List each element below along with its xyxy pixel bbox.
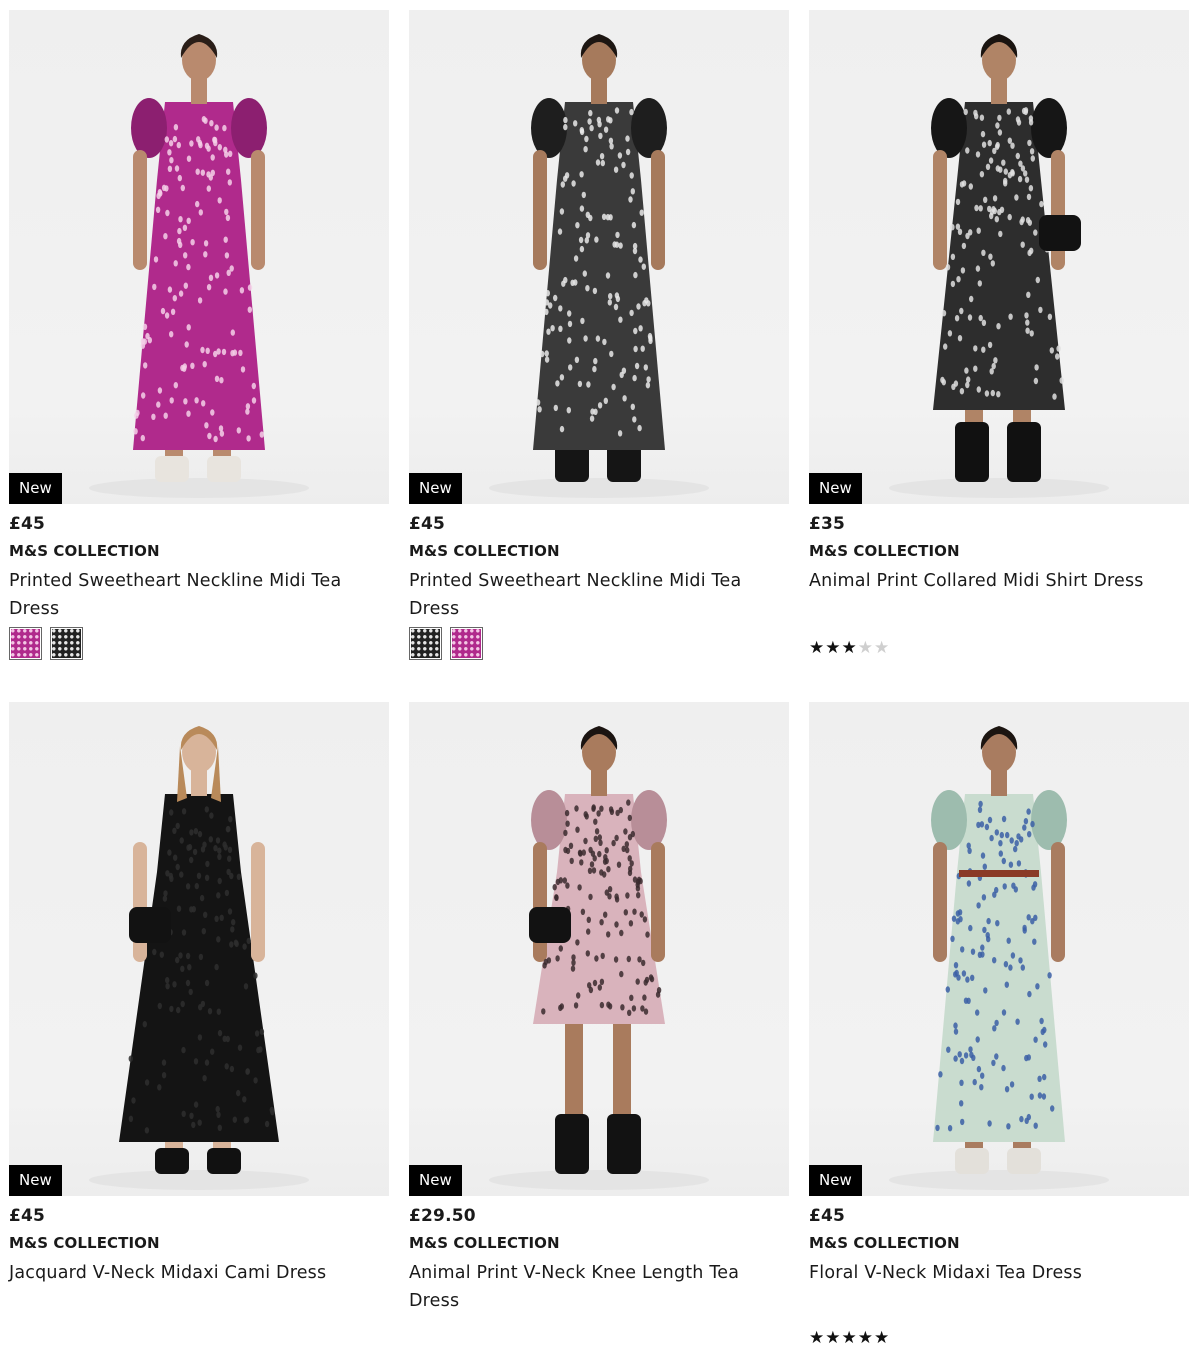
product-brand: M&S COLLECTION — [809, 542, 960, 560]
product-card[interactable]: New £45 M&S COLLECTION Printed Sweetheart N… — [9, 10, 389, 660]
product-price: £45 — [409, 514, 446, 534]
colour-swatch-magenta-print[interactable] — [450, 627, 483, 660]
product-price: £29.50 — [409, 1206, 476, 1226]
product-brand: M&S COLLECTION — [809, 1234, 960, 1252]
product-image[interactable]: New — [409, 10, 789, 504]
star-rating: ★ ★ ★ ★ ★ — [809, 638, 889, 658]
new-badge: New — [409, 1165, 462, 1196]
colour-swatches — [409, 627, 789, 660]
colour-swatch-black-white-print[interactable] — [50, 627, 83, 660]
product-title[interactable]: Printed Sweetheart Neckline Midi Tea Dre… — [409, 567, 784, 623]
new-badge: New — [809, 1165, 862, 1196]
product-card[interactable]: New £45 M&S COLLECTION Printed Sweetheart N… — [409, 10, 789, 660]
swatch-pattern — [411, 629, 440, 658]
product-card[interactable]: New £35 M&S COLLECTION Animal Print Collare… — [809, 10, 1189, 658]
product-title[interactable]: Jacquard V-Neck Midaxi Cami Dress — [9, 1259, 384, 1287]
product-title[interactable]: Animal Print V-Neck Knee Length Tea Dres… — [409, 1259, 784, 1315]
star-filled-icon: ★ — [809, 638, 825, 658]
new-badge: New — [409, 473, 462, 504]
star-filled-icon: ★ — [825, 638, 841, 658]
product-title[interactable]: Floral V-Neck Midaxi Tea Dress — [809, 1259, 1184, 1287]
product-brand: M&S COLLECTION — [409, 542, 560, 560]
product-price: £45 — [9, 1206, 46, 1226]
star-filled-icon: ★ — [841, 638, 857, 658]
star-filled-icon: ★ — [841, 1328, 857, 1348]
star-filled-icon: ★ — [809, 1328, 825, 1348]
new-badge: New — [9, 473, 62, 504]
product-price: £35 — [809, 514, 846, 534]
product-image[interactable]: New — [9, 702, 389, 1196]
product-brand: M&S COLLECTION — [409, 1234, 560, 1252]
swatch-pattern — [52, 629, 81, 658]
model-animal-print-shirt-dress — [889, 34, 1109, 498]
star-empty-icon: ★ — [857, 638, 873, 658]
star-filled-icon: ★ — [825, 1328, 841, 1348]
model-monochrome-floral-dress — [489, 34, 709, 498]
product-title[interactable]: Animal Print Collared Midi Shirt Dress — [809, 567, 1184, 595]
product-card[interactable]: New £45 M&S COLLECTION Floral V-Neck Midaxi… — [809, 702, 1189, 1348]
product-title[interactable]: Printed Sweetheart Neckline Midi Tea Dre… — [9, 567, 384, 623]
product-image[interactable]: New — [9, 10, 389, 504]
star-filled-icon: ★ — [874, 1328, 890, 1348]
star-rating: ★ ★ ★ ★ ★ — [809, 1328, 889, 1348]
star-filled-icon: ★ — [857, 1328, 873, 1348]
colour-swatches — [9, 627, 389, 660]
star-empty-icon: ★ — [874, 638, 890, 658]
product-card[interactable]: New £45 M&S COLLECTION Jacquard V-Neck Mida… — [9, 702, 389, 1287]
colour-swatch-magenta-print[interactable] — [9, 627, 42, 660]
new-badge: New — [9, 1165, 62, 1196]
swatch-pattern — [452, 629, 481, 658]
product-card[interactable]: New £29.50 M&S COLLECTION Animal Print V-Ne… — [409, 702, 789, 1315]
model-pink-animal-print-dress — [489, 726, 709, 1190]
product-price: £45 — [9, 514, 46, 534]
product-brand: M&S COLLECTION — [9, 542, 160, 560]
new-badge: New — [809, 473, 862, 504]
product-price: £45 — [809, 1206, 846, 1226]
model-magenta-spot-dress — [89, 34, 309, 498]
model-blue-floral-dress — [889, 726, 1109, 1190]
product-image[interactable]: New — [809, 702, 1189, 1196]
swatch-pattern — [11, 629, 40, 658]
model-black-cami-dress — [89, 726, 309, 1190]
product-image[interactable]: New — [809, 10, 1189, 504]
colour-swatch-black-white-print[interactable] — [409, 627, 442, 660]
product-image[interactable]: New — [409, 702, 789, 1196]
product-brand: M&S COLLECTION — [9, 1234, 160, 1252]
